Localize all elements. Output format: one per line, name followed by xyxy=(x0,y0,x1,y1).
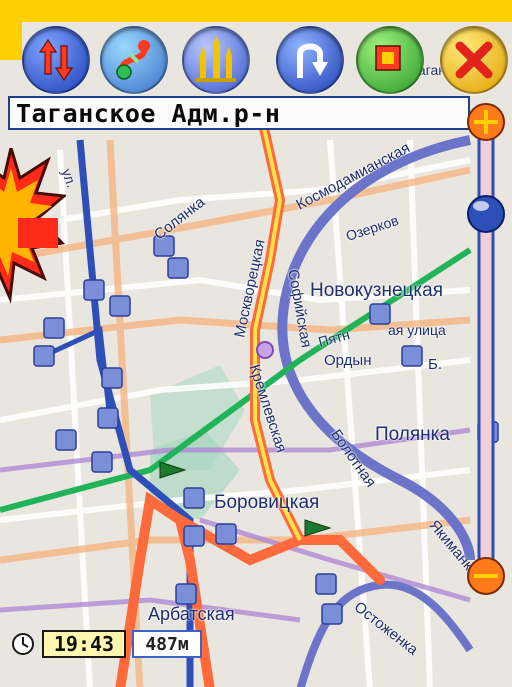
map-label: Б. xyxy=(428,356,443,373)
time-display: 19:43 xyxy=(42,630,126,658)
poi-marker xyxy=(256,341,274,359)
map-label: ая улица xyxy=(388,322,446,338)
distance-display: 487м xyxy=(132,630,202,658)
zoom-track xyxy=(477,120,495,584)
swap-arrows-icon xyxy=(38,38,74,82)
zoom-slider[interactable] xyxy=(463,102,509,602)
close-icon xyxy=(455,41,493,79)
map-label: Новокузнецкая xyxy=(310,280,443,301)
status-bar: 19:43 487м xyxy=(10,628,202,660)
landmark-icon xyxy=(196,36,236,82)
address-bar[interactable]: Таганское Адм.р-н xyxy=(8,96,470,130)
navigator-screen: Солянка Космодамианская Озерков Новокузн… xyxy=(0,0,512,687)
burst-badge xyxy=(0,148,66,304)
route-icon xyxy=(116,40,150,80)
close-button[interactable] xyxy=(440,26,508,94)
map-label: Полянка xyxy=(375,424,450,445)
map-label: Боровицкая xyxy=(214,492,320,513)
toolbar xyxy=(0,0,512,94)
u-turn-icon xyxy=(297,43,328,78)
distance-text: 487м xyxy=(145,633,189,655)
layers-icon xyxy=(375,45,401,71)
address-text: Таганское Адм.р-н xyxy=(16,98,281,128)
landmark-button[interactable] xyxy=(182,26,250,94)
map-label: Арбатская xyxy=(148,604,235,624)
time-text: 19:43 xyxy=(53,632,115,656)
zoom-thumb[interactable] xyxy=(467,195,505,233)
u-turn-button[interactable] xyxy=(276,26,344,94)
swap-direction-button[interactable] xyxy=(22,26,90,94)
route-button[interactable] xyxy=(100,26,168,94)
clock-icon xyxy=(12,633,34,655)
layers-button[interactable] xyxy=(356,26,424,94)
map-label: Ордын xyxy=(324,352,372,369)
